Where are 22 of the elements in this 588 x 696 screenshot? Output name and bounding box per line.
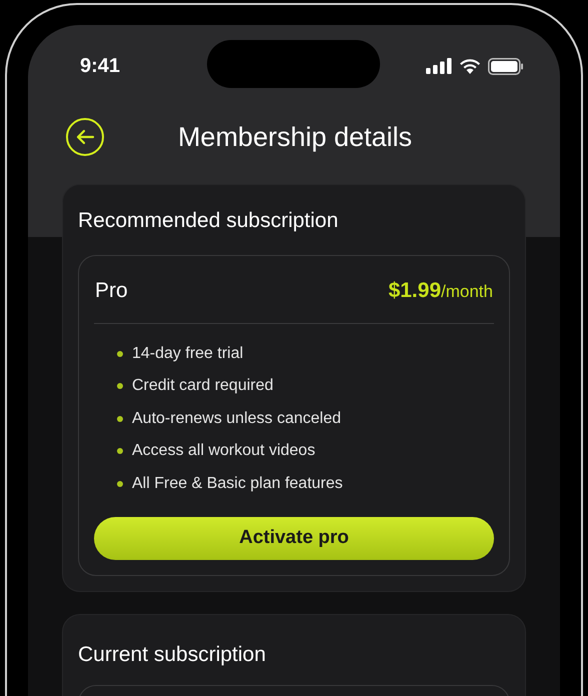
signal-icon (426, 58, 452, 74)
battery-icon (488, 58, 524, 74)
bullet-icon (117, 480, 123, 487)
bullet-icon (117, 383, 123, 390)
feature-text: 14-day free trial (132, 344, 244, 364)
activate-button[interactable]: Activate pro (94, 517, 494, 560)
wifi-icon (459, 58, 481, 74)
bullet-icon (117, 416, 123, 422)
bullet-icon (117, 350, 123, 357)
feature-text: Access all workout videos (132, 441, 316, 462)
plan-price: $1.99/month (388, 278, 493, 304)
status-time: 9:41 (80, 54, 120, 79)
page-title: Membership details (178, 120, 412, 154)
feature-text: All Free & Basic plan features (132, 474, 343, 494)
section-title: Current subscription (78, 642, 267, 668)
plan-name: Pro (95, 278, 128, 304)
feature-text: Auto-renews unless canceled (132, 408, 342, 429)
back-button[interactable] (66, 118, 104, 156)
feature-text: Credit card required (132, 376, 274, 396)
section-title: Recommended subscription (78, 208, 340, 234)
back-arrow-icon (75, 129, 95, 145)
bullet-icon (117, 448, 123, 454)
